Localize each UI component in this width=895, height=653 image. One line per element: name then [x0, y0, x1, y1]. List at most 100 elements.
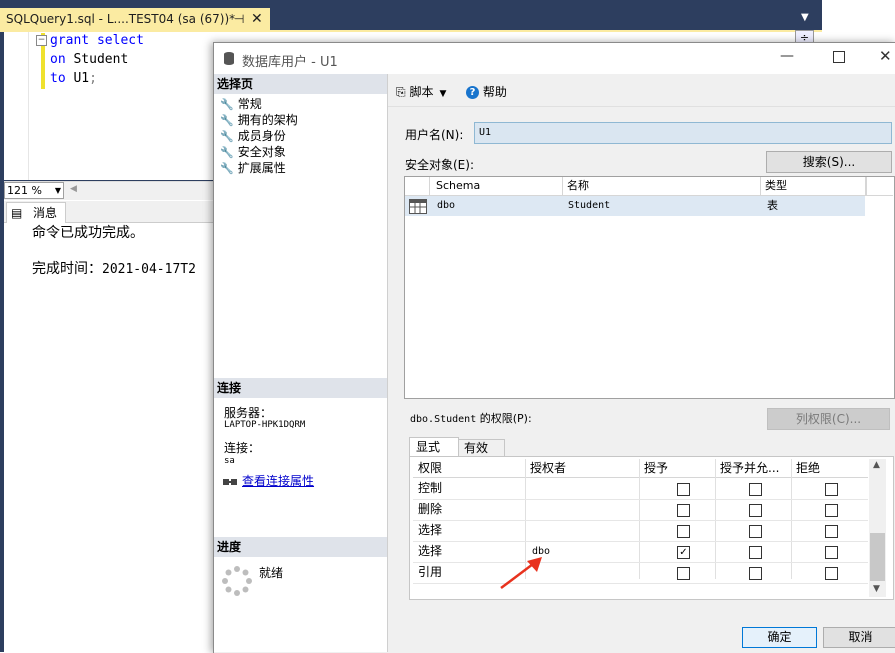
tab-messages[interactable]: ▤ 消息	[6, 202, 66, 223]
code-text: Student	[65, 52, 129, 67]
code-line-1: grant select	[50, 31, 144, 50]
message-completion-time: 完成时间：2021-04-17T2	[32, 258, 196, 278]
plug-icon	[223, 478, 237, 485]
maximize-icon[interactable]	[833, 51, 845, 63]
with-grant-checkbox[interactable]	[749, 546, 762, 559]
scroll-up-icon[interactable]: ▲	[873, 460, 880, 470]
script-button[interactable]: ⎘ 脚本 ▼	[396, 83, 446, 100]
grant-checkbox[interactable]: ✓	[677, 546, 690, 559]
tab-messages-label: 消息	[33, 206, 58, 220]
with-grant-checkbox[interactable]	[749, 525, 762, 538]
with-grant-checkbox[interactable]	[749, 504, 762, 517]
tab-effective[interactable]: 有效	[458, 439, 505, 457]
zoom-select[interactable]: 121 % ▼	[4, 182, 64, 199]
with-grant-checkbox[interactable]	[749, 567, 762, 580]
table-row[interactable]: 选择 dbo ✓	[413, 541, 868, 563]
permission-name: 引用	[418, 565, 443, 579]
chevron-down-icon[interactable]: ▼	[439, 89, 446, 99]
user-name-field[interactable]: U1	[474, 122, 892, 144]
nav-item-membership[interactable]: 🔧 成员身份	[220, 128, 286, 145]
help-icon: ?	[466, 86, 479, 99]
connection-value: sa	[224, 456, 235, 466]
permissions-label-suffix: 的权限(P):	[476, 412, 532, 425]
nav-item-label: 成员身份	[237, 129, 286, 143]
column-header-type[interactable]: 类型	[765, 177, 787, 195]
connection-label: 连接：	[224, 441, 261, 455]
table-row[interactable]: 删除	[413, 499, 868, 521]
scroll-left-icon[interactable]: ◀	[70, 184, 77, 194]
grant-checkbox[interactable]	[677, 525, 690, 538]
with-grant-checkbox[interactable]	[749, 483, 762, 496]
search-button[interactable]: 搜索(S)...	[766, 151, 892, 173]
securables-label: 安全对象(E):	[405, 158, 474, 172]
column-header-permission[interactable]: 权限	[418, 459, 442, 477]
deny-checkbox[interactable]	[825, 483, 838, 496]
nav-item-general[interactable]: 🔧 常规	[220, 96, 262, 113]
column-header-name[interactable]: 名称	[567, 177, 589, 195]
nav-item-extended-properties[interactable]: 🔧 扩展属性	[220, 160, 286, 177]
annotation-arrow-icon	[500, 557, 542, 589]
code-semicolon: ;	[89, 71, 97, 86]
deny-checkbox[interactable]	[825, 525, 838, 538]
deny-checkbox[interactable]	[825, 504, 838, 517]
help-button-label: 帮助	[482, 85, 507, 99]
column-header-grantor[interactable]: 授权者	[530, 459, 566, 477]
wrench-icon: 🔧	[220, 162, 234, 175]
tab-effective-label: 有效	[464, 441, 489, 455]
tab-dropdown-icon[interactable]: ▼	[801, 12, 809, 23]
zoom-value: 121 %	[7, 184, 42, 197]
grant-checkbox[interactable]	[677, 567, 690, 580]
permission-name: 选择	[418, 523, 443, 537]
tab-explicit[interactable]: 显式	[409, 437, 459, 457]
progress-header: 进度	[214, 537, 387, 557]
table-row[interactable]: 引用	[413, 562, 868, 584]
column-header-schema[interactable]: Schema	[436, 177, 480, 195]
scrollbar-thumb[interactable]	[870, 533, 885, 581]
column-header-with-grant[interactable]: 授予并允...	[720, 459, 779, 477]
close-tab-icon[interactable]: ✕	[251, 8, 263, 30]
ok-button[interactable]: 确定	[742, 627, 817, 648]
message-success: 命令已成功完成。	[32, 225, 144, 241]
pin-icon[interactable]: ⊣	[234, 8, 244, 30]
completion-time-label: 完成时间：	[32, 261, 102, 277]
select-page-header-label: 选择页	[217, 77, 254, 91]
editor-gutter	[4, 32, 29, 180]
nav-item-owned-schemas[interactable]: 🔧 拥有的架构	[220, 112, 298, 129]
view-connection-properties[interactable]: 查看连接属性	[222, 472, 314, 489]
column-header-deny[interactable]: 拒绝	[796, 459, 820, 477]
completion-time-value: 2021-04-17T2	[102, 262, 196, 277]
permission-name: 控制	[418, 481, 443, 495]
table-row[interactable]: dbo Student 表	[405, 196, 865, 216]
cancel-button[interactable]: 取消	[823, 627, 895, 648]
collapse-icon[interactable]: −	[36, 35, 47, 46]
table-row[interactable]: 选择	[413, 520, 868, 542]
scroll-down-icon[interactable]: ▼	[873, 584, 880, 594]
deny-checkbox[interactable]	[825, 567, 838, 580]
help-button[interactable]: ? 帮助	[466, 83, 507, 100]
query-tab[interactable]: SQLQuery1.sql - L....TEST04 (sa (67))* ⊣…	[0, 8, 270, 30]
permission-name: 删除	[418, 502, 443, 516]
messages-icon: ▤	[11, 206, 23, 220]
grant-checkbox[interactable]	[677, 504, 690, 517]
nav-item-label: 安全对象	[237, 145, 286, 159]
server-label: 服务器：	[224, 406, 273, 420]
table-row[interactable]: 控制	[413, 478, 868, 500]
securable-name: Student	[568, 200, 611, 211]
column-permissions-button[interactable]: 列权限(C)...	[767, 408, 890, 430]
nav-item-securables[interactable]: 🔧 安全对象	[220, 144, 286, 161]
query-tab-title: SQLQuery1.sql - L....TEST04 (sa (67))*	[6, 12, 236, 26]
permissions-object: dbo.Student	[410, 414, 477, 425]
minimize-icon[interactable]: —	[780, 48, 794, 64]
deny-checkbox[interactable]	[825, 546, 838, 559]
column-header-grant[interactable]: 授予	[644, 459, 668, 477]
grant-checkbox[interactable]	[677, 483, 690, 496]
user-name-label: 用户名(N):	[405, 128, 464, 142]
select-page-header: 选择页	[214, 74, 387, 94]
securables-grid-header: Schema 名称 类型	[405, 177, 893, 196]
user-name-value: U1	[479, 127, 492, 138]
chevron-down-icon: ▼	[54, 186, 61, 195]
permissions-label: dbo.Student 的权限(P):	[410, 410, 532, 426]
close-icon[interactable]: ✕	[879, 47, 892, 65]
view-connection-properties-link[interactable]: 查看连接属性	[242, 474, 314, 488]
toolbar-divider	[388, 106, 895, 107]
